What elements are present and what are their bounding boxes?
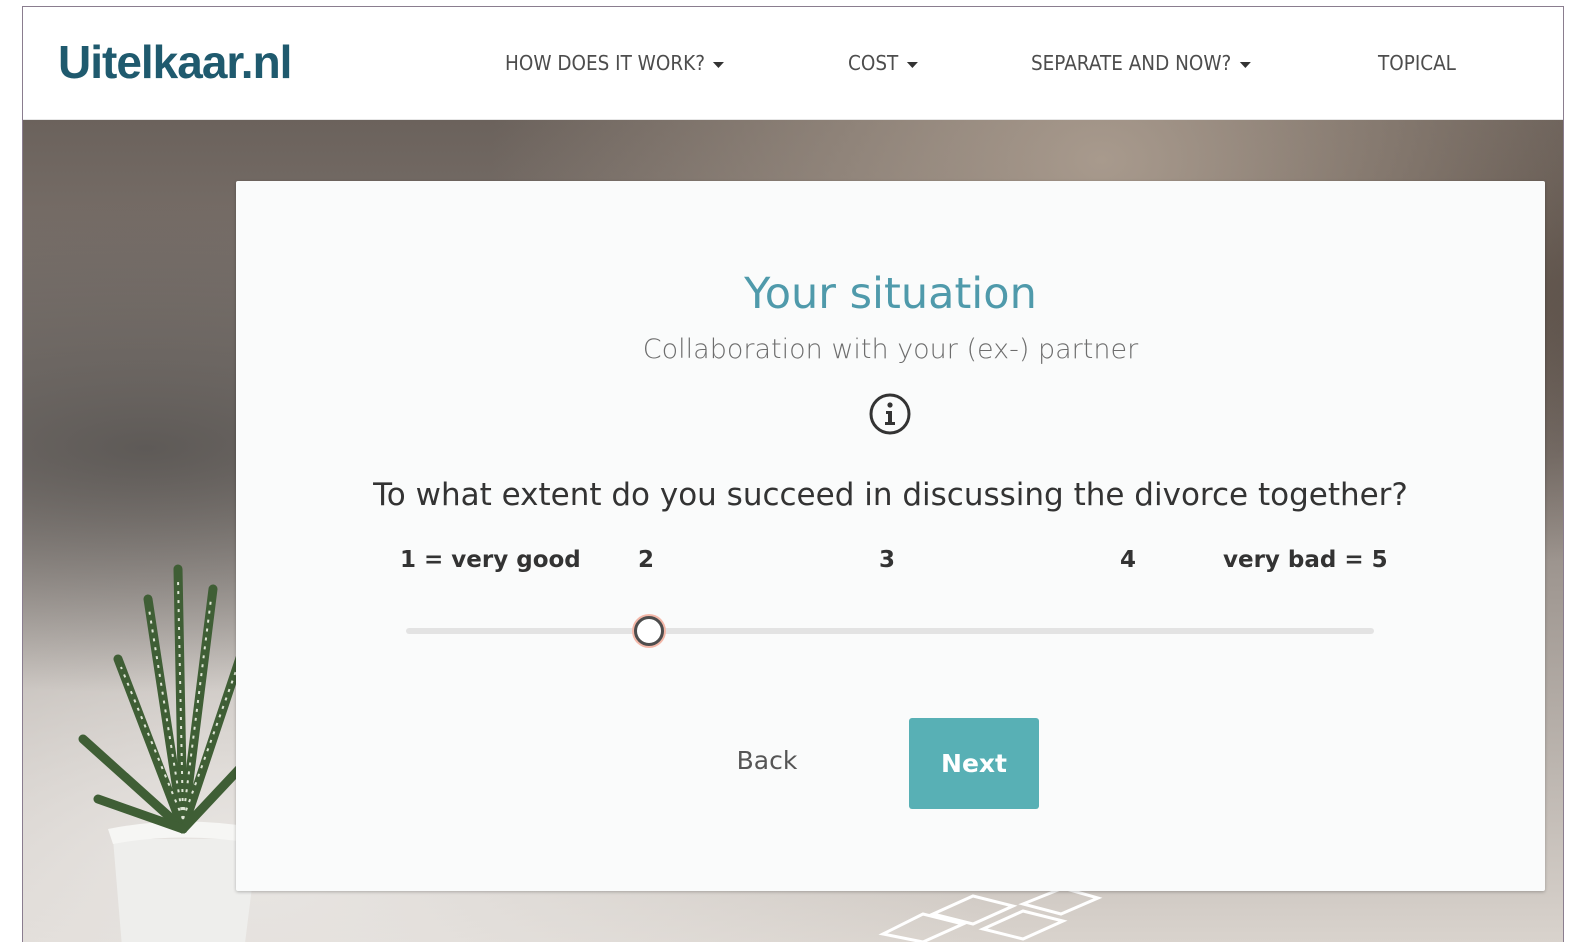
scale-label-2: 2: [638, 547, 655, 573]
info-circle-icon[interactable]: [867, 391, 913, 437]
caret-down-icon: [713, 61, 725, 68]
nav-separate-and-now[interactable]: SEPARATE AND NOW?: [1031, 51, 1251, 75]
site-logo[interactable]: Uitelkaar.nl: [58, 35, 292, 89]
rating-slider[interactable]: [406, 616, 1374, 646]
nav-topical[interactable]: TOPICAL: [1378, 51, 1456, 75]
card-title: Your situation: [744, 269, 1037, 319]
nav-cost[interactable]: COST: [848, 51, 918, 75]
slider-handle[interactable]: [634, 616, 664, 646]
nav-item-label: SEPARATE AND NOW?: [1031, 51, 1232, 75]
nav-item-label: TOPICAL: [1378, 51, 1456, 75]
hero-background: Your situation Collaboration with your (…: [23, 119, 1563, 942]
laptop-keyboard-image: [878, 886, 1103, 942]
scale-label-4: 4: [1120, 547, 1137, 573]
nav-item-label: HOW DOES IT WORK?: [505, 51, 705, 75]
scale-label-1: 1 = very good: [400, 547, 581, 573]
caret-down-icon: [1239, 61, 1251, 68]
navbar: Uitelkaar.nl HOW DOES IT WORK? COST SEPA…: [23, 7, 1563, 120]
nav-item-label: COST: [848, 51, 899, 75]
scale-label-3: 3: [879, 547, 896, 573]
scale-label-5: very bad = 5: [1223, 547, 1388, 573]
next-button[interactable]: Next: [909, 718, 1039, 809]
card-subtitle: Collaboration with your (ex-) partner: [642, 334, 1139, 365]
question-text: To what extent do you succeed in discuss…: [373, 477, 1408, 513]
back-button[interactable]: Back: [722, 741, 812, 781]
browser-frame: Uitelkaar.nl HOW DOES IT WORK? COST SEPA…: [22, 6, 1564, 942]
caret-down-icon: [906, 61, 918, 68]
situation-card: Your situation Collaboration with your (…: [236, 181, 1545, 891]
nav-how-does-it-work[interactable]: HOW DOES IT WORK?: [505, 51, 725, 75]
